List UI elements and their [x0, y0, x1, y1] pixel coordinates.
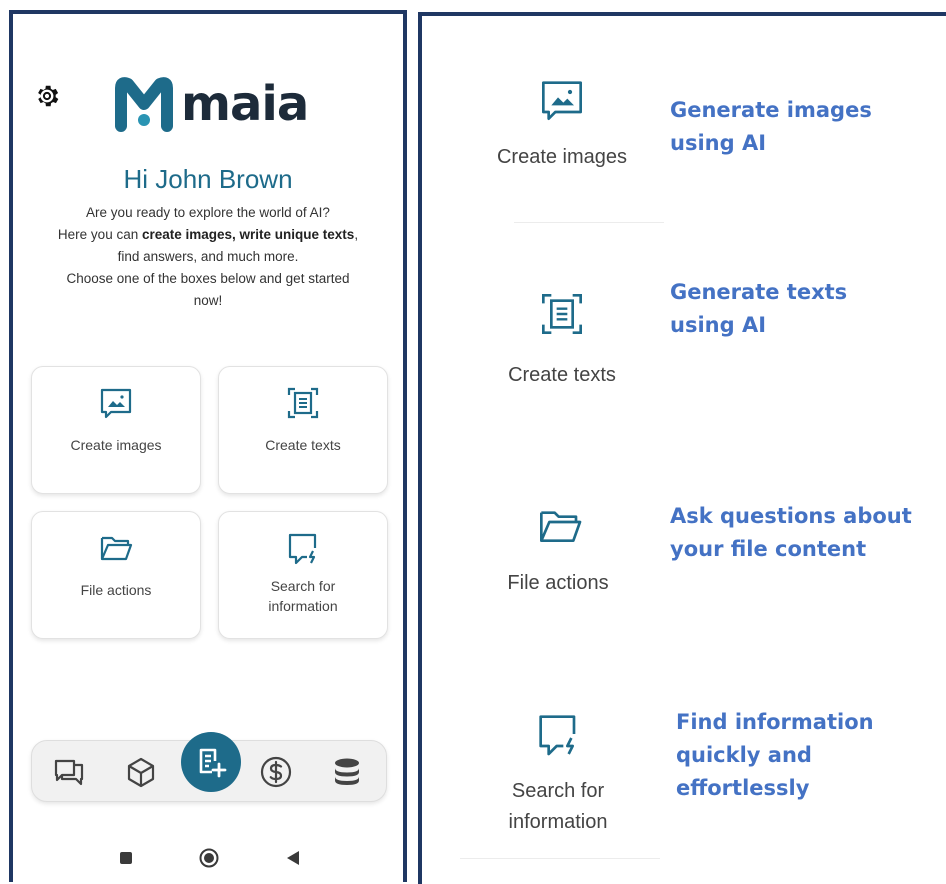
app-screen-panel: maia Hi John Brown Are you ready to expl… [9, 10, 407, 882]
card-label-line: Search for [270, 578, 336, 594]
description-line: your file content [670, 537, 867, 561]
intro-line-bold: create images, write unique texts [141, 227, 355, 242]
image-icon [100, 388, 132, 419]
description-line: using AI [670, 131, 767, 155]
new-document-button[interactable] [181, 732, 241, 792]
intro-line: find answers, and much more. [117, 249, 299, 264]
row-divider [514, 222, 664, 223]
new-document-icon [199, 748, 227, 778]
feature-explanation-panel: Create images Generate images using AI C… [418, 12, 946, 884]
database-icon[interactable] [330, 755, 364, 789]
logo-text: maia [181, 76, 309, 132]
feature-description-texts: Generate texts using AI [670, 276, 847, 342]
feature-label-files: File actions [507, 572, 609, 594]
feature-label-images: Create images [496, 146, 628, 168]
label-line: Search for [511, 780, 605, 802]
file-actions-card[interactable]: File actions [31, 511, 201, 639]
intro-line-prefix: Here you can [57, 227, 142, 242]
card-label: Search for information [268, 576, 337, 616]
row-divider [460, 858, 660, 859]
back-button[interactable] [285, 850, 301, 866]
document-icon [542, 294, 582, 334]
intro-line: now! [193, 293, 223, 308]
intro-line: Here you can create images, write unique… [33, 224, 383, 246]
description-line: Ask questions about [670, 504, 912, 528]
card-label: Create texts [265, 437, 341, 453]
document-icon [287, 387, 319, 419]
label-line: information [508, 811, 608, 833]
greeting-title: Hi John Brown [123, 164, 293, 194]
search-information-card[interactable]: Search for information [218, 511, 388, 639]
description-line: Generate images [670, 98, 872, 122]
home-button[interactable] [199, 848, 219, 868]
intro-line-suffix: , [354, 227, 359, 242]
intro-text: Are you ready to explore the world of AI… [33, 202, 383, 312]
description-line: using AI [670, 313, 767, 337]
card-label: File actions [80, 582, 152, 598]
recent-apps-button[interactable] [120, 852, 132, 864]
feature-description-files: Ask questions about your file content [670, 500, 912, 566]
feature-description-search: Find information quickly and effortlessl… [676, 706, 874, 805]
cube-icon[interactable] [124, 755, 158, 789]
card-label-line: information [268, 598, 338, 614]
folder-icon [100, 536, 133, 561]
card-label: Create images [70, 437, 162, 453]
chat-bolt-icon [288, 533, 317, 565]
description-line: Generate texts [670, 280, 848, 304]
create-texts-card[interactable]: Create texts [218, 366, 388, 494]
maia-logo-mark [115, 77, 173, 132]
image-icon [542, 81, 582, 120]
feature-label-search: Search for information [478, 776, 638, 838]
description-line: Find information [676, 710, 874, 734]
feature-description-images: Generate images using AI [670, 94, 872, 160]
dollar-icon[interactable] [259, 755, 293, 789]
intro-line: Choose one of the boxes below and get st… [66, 271, 350, 286]
chat-icon[interactable] [52, 755, 86, 789]
maia-logo: maia [113, 74, 309, 134]
create-images-card[interactable]: Create images [31, 366, 201, 494]
chat-bolt-icon [539, 715, 576, 756]
gear-icon[interactable] [33, 82, 61, 110]
description-line: quickly and [676, 743, 812, 767]
feature-label-texts: Create texts [508, 364, 616, 386]
folder-icon [540, 511, 582, 542]
intro-line: Are you ready to explore the world of AI… [86, 205, 330, 220]
description-line: effortlessly [676, 776, 810, 800]
